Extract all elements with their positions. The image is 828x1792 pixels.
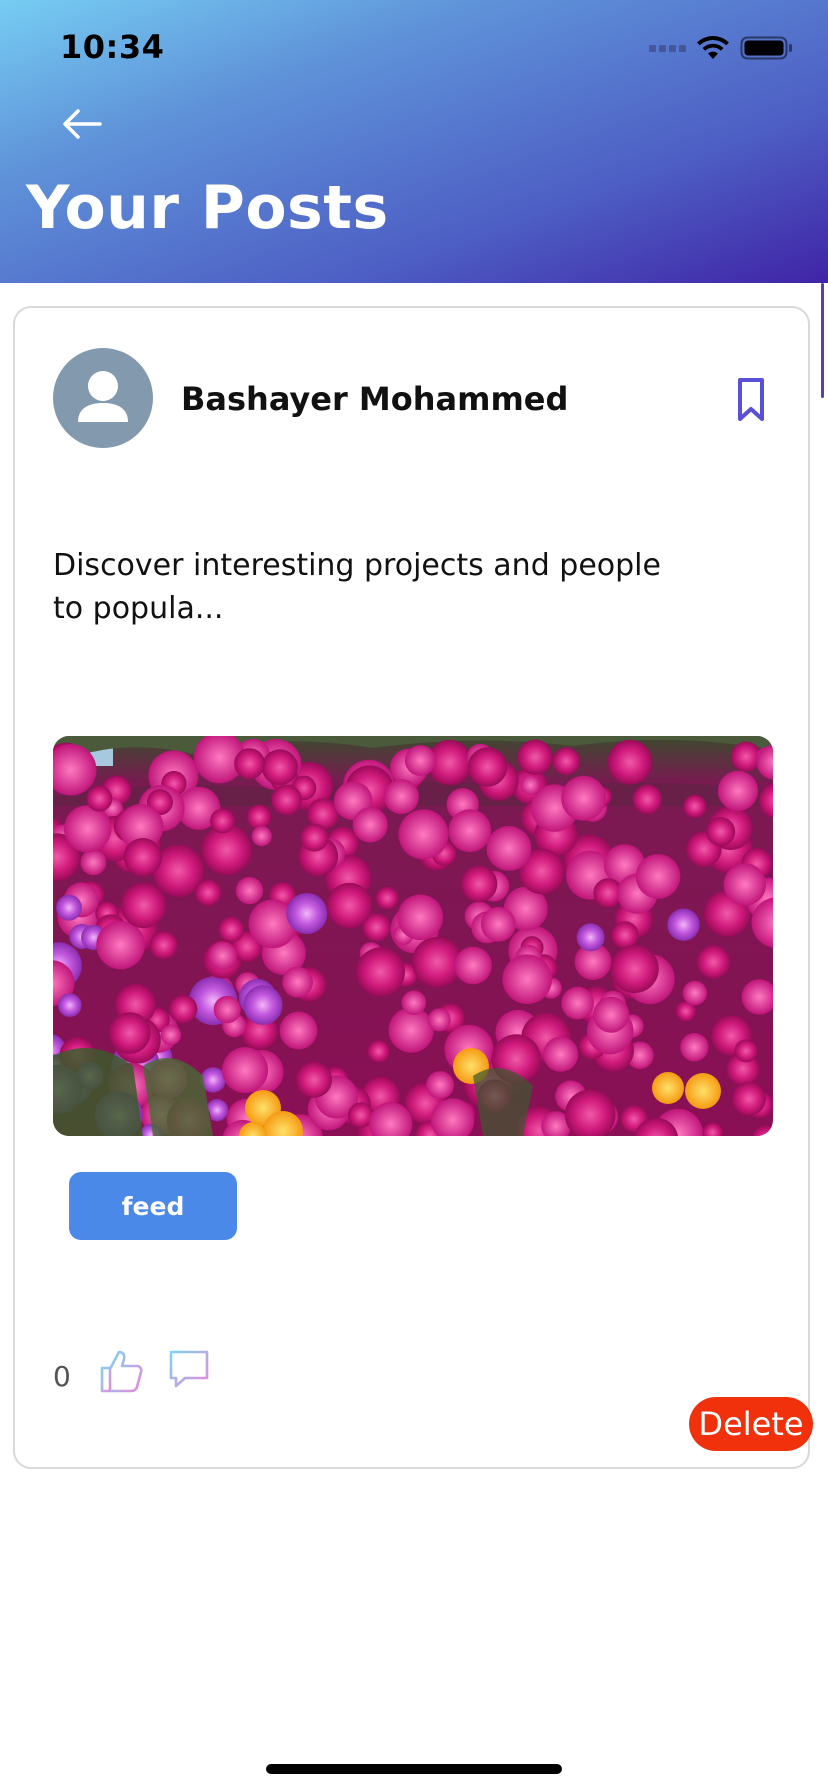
author-avatar[interactable] bbox=[53, 348, 153, 448]
scroll-indicator bbox=[821, 283, 824, 398]
cellular-signal-icon bbox=[649, 44, 686, 52]
battery-icon bbox=[740, 36, 792, 60]
post-text: Discover interesting projects and people… bbox=[53, 548, 661, 626]
delete-button[interactable]: Delete bbox=[689, 1397, 813, 1451]
arrow-left-icon[interactable] bbox=[58, 100, 106, 148]
post-image[interactable] bbox=[53, 736, 773, 1136]
user-silhouette-icon bbox=[78, 371, 128, 422]
status-bar-time: 10:34 bbox=[60, 28, 165, 66]
wifi-icon bbox=[697, 36, 729, 59]
tag-chip-feed[interactable]: feed bbox=[69, 1172, 237, 1240]
post-card: Bashayer Mohammed Discover interesting p… bbox=[13, 306, 813, 1469]
comment-icon[interactable] bbox=[167, 1348, 211, 1392]
thumbs-up-icon[interactable] bbox=[99, 1348, 145, 1394]
status-bar-icons bbox=[649, 35, 794, 61]
author-name[interactable]: Bashayer Mohammed bbox=[181, 380, 568, 418]
flower-field-image bbox=[53, 736, 773, 1136]
bookmark-icon[interactable] bbox=[731, 376, 771, 424]
like-count: 0 bbox=[53, 1360, 71, 1393]
page-title: Your Posts bbox=[26, 173, 389, 243]
app-header: 10:34 Your Posts bbox=[0, 0, 828, 283]
home-indicator[interactable] bbox=[266, 1764, 562, 1774]
